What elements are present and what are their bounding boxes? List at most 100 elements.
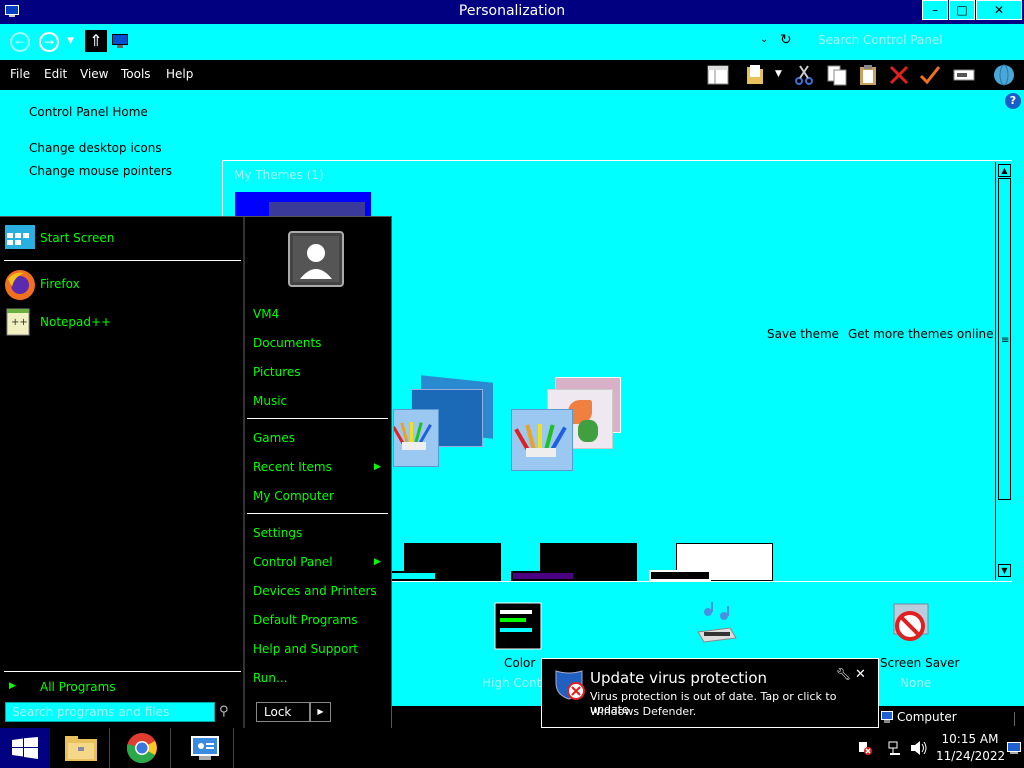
properties-check-icon[interactable] [918,63,942,87]
notification-close-icon[interactable]: ✕ [855,667,866,682]
notepad-plus-plus-icon: ++ [6,308,30,336]
paste-icon[interactable] [856,63,880,87]
screen-saver-icon[interactable] [888,600,936,648]
pictures-link[interactable]: Pictures [253,365,301,379]
get-more-themes-link[interactable]: Get more themes online [848,327,994,341]
run-link[interactable]: Run... [253,671,287,685]
scroll-up-icon[interactable]: ▲ [998,164,1011,177]
save-theme-link[interactable]: Save theme [767,327,839,341]
devices-printers-link[interactable]: Devices and Printers [253,584,377,598]
notepad-plus-plus-item[interactable]: Notepad++ [40,315,111,329]
network-icon[interactable] [887,740,903,756]
music-link[interactable]: Music [253,394,287,408]
recent-pages-chevron-icon[interactable]: ▼ [67,36,74,46]
taskbar-file-explorer[interactable] [52,728,110,768]
change-mouse-pointers-link[interactable]: Change mouse pointers [29,164,172,178]
firefox-icon [5,270,35,300]
scroll-thumb[interactable]: ≡ [998,178,1011,500]
notification-title: Update virus protection [590,669,768,687]
taskbar-control-panel[interactable] [176,728,234,768]
help-support-link[interactable]: Help and Support [253,642,358,656]
menu-file[interactable]: File [10,67,30,81]
up-level-icon[interactable]: ⇑ [85,30,107,52]
control-panel-link[interactable]: Control Panel [253,555,333,569]
search-input[interactable]: Search Control Panel [808,30,1020,52]
menu-view[interactable]: View [80,67,108,81]
color-palette-icon [392,422,432,450]
documents-link[interactable]: Documents [253,336,321,350]
sounds-icon[interactable] [690,602,738,648]
separator [247,513,388,514]
my-themes-header: My Themes (1) [234,168,324,182]
wrench-options-icon[interactable]: 🔧︎ [836,667,851,681]
notification-toast[interactable]: Update virus protection Virus protection… [541,658,879,728]
all-programs-item[interactable]: All Programs [40,680,116,694]
rename-icon[interactable] [952,63,976,87]
forward-icon[interactable]: → [39,32,59,52]
computer-icon [881,711,893,723]
theme-thumbnail-flowers[interactable] [511,377,631,473]
firefox-item[interactable]: Firefox [40,277,80,291]
globe-icon[interactable] [992,63,1016,87]
default-programs-link[interactable]: Default Programs [253,613,358,627]
refresh-icon[interactable]: ↻ [780,32,792,48]
volume-icon[interactable] [910,740,928,756]
control-panel-arrow-icon: ▶ [374,557,381,567]
scroll-down-icon[interactable]: ▼ [998,564,1011,577]
recent-items-link[interactable]: Recent Items [253,460,332,474]
theme-thumbnail-windows[interactable] [392,375,503,474]
clock-time[interactable]: 10:15 AM [940,732,1000,746]
hc2-inner [511,571,575,581]
search-icon[interactable]: ⚲ [219,704,229,719]
menu-edit[interactable]: Edit [44,67,67,81]
control-panel-taskbar-icon [191,736,219,760]
delete-icon[interactable] [887,63,911,87]
resize-grip[interactable] [1014,712,1022,726]
control-panel-home-link[interactable]: Control Panel Home [29,105,148,119]
start-screen-icon [5,225,35,249]
title-bar: Personalization – □ ✕ [0,0,1024,24]
taskbar: 10:15 AM 11/24/2022 [0,728,1024,768]
start-button[interactable] [0,728,50,768]
user-name-link[interactable]: VM4 [253,307,279,321]
screen-saver-label[interactable]: Screen Saver [880,656,959,670]
layout-icon[interactable] [706,63,730,87]
lock-button[interactable]: Lock [256,702,310,722]
color-high-contrast-icon[interactable] [494,602,542,650]
my-computer-link[interactable]: My Computer [253,489,334,503]
window-title: Personalization [458,3,566,19]
menu-tools[interactable]: Tools [121,67,151,81]
back-icon[interactable]: ← [10,32,30,52]
show-desktop-icon[interactable] [1006,740,1022,756]
copy-icon[interactable] [825,63,849,87]
taskbar-chrome[interactable] [113,728,171,768]
close-button[interactable]: ✕ [976,0,1022,20]
clock-date[interactable]: 11/24/2022 [936,749,1005,763]
start-search-input[interactable]: Search programs and files [5,702,215,722]
settings-link[interactable]: Settings [253,526,302,540]
games-link[interactable]: Games [253,431,295,445]
menu-bar: File Edit View Tools Help ▼ [0,60,1024,90]
maximize-button[interactable]: □ [949,0,975,20]
start-menu: Start Screen Firefox ++ Notepad++ ▶ All … [0,216,392,731]
all-programs-arrow-icon: ▶ [9,681,16,691]
cut-icon[interactable] [792,63,816,87]
change-desktop-icons-link[interactable]: Change desktop icons [29,141,162,155]
user-avatar[interactable] [288,231,344,287]
themes-scrollbar[interactable]: ▲ ≡ ▼ [995,162,1012,580]
color-label[interactable]: Color [504,656,535,670]
screen-saver-sublabel: None [900,676,932,690]
action-center-warning-icon[interactable] [857,740,873,756]
hc1-inner [389,571,437,581]
help-icon[interactable]: ? [1005,93,1021,109]
folder-options-dropdown-icon[interactable]: ▼ [775,69,782,79]
minimize-button[interactable]: – [922,0,948,20]
start-screen-item[interactable]: Start Screen [40,231,114,245]
address-dropdown-icon[interactable]: ⌄ [760,34,768,45]
menu-help[interactable]: Help [166,67,193,81]
lock-options-arrow-icon[interactable]: ▶ [310,702,331,722]
folder-icon [65,736,97,761]
status-computer-label: Computer [897,710,957,724]
separator [4,671,241,672]
folder-options-icon[interactable] [744,63,768,87]
